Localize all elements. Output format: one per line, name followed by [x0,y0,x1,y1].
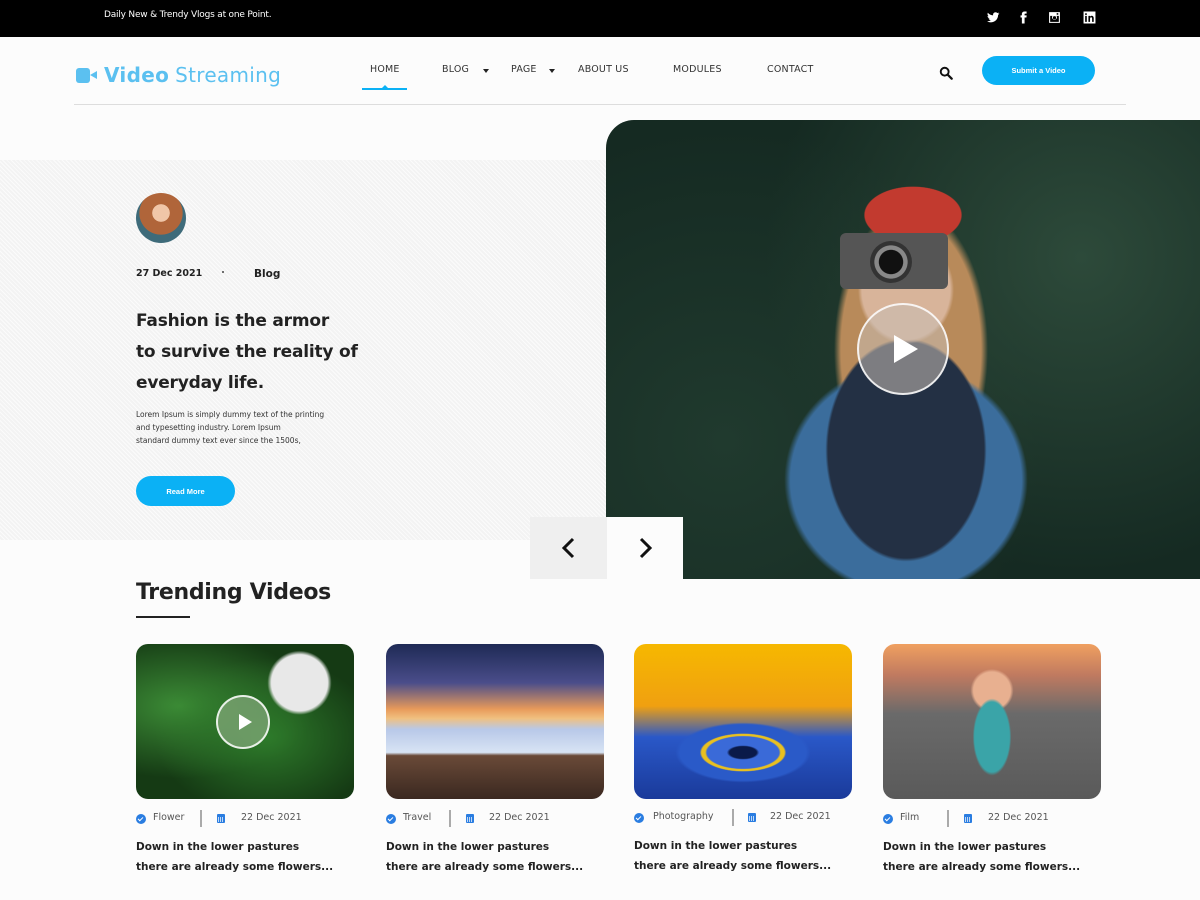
video-thumbnail[interactable] [136,644,354,799]
instagram-icon[interactable] [1047,10,1061,24]
chevron-right-icon [639,537,653,559]
video-thumbnail[interactable] [386,644,604,799]
camera-graphic [840,233,948,289]
header-divider [74,104,1126,105]
top-bar: Daily New & Trendy Vlogs at one Point. [0,0,1200,37]
nav-blog[interactable]: BLOG [442,64,469,75]
video-card: Flower 22 Dec 2021 Down in the lower pas… [136,644,354,877]
meta-divider [732,809,734,826]
card-category[interactable]: Travel [403,812,431,823]
calendar-icon [748,813,756,822]
video-card: Travel 22 Dec 2021 Down in the lower pas… [386,644,604,877]
nav-about-us[interactable]: ABOUT US [578,64,629,75]
nav-modules[interactable]: MODULES [673,64,722,75]
card-date: 22 Dec 2021 [988,812,1049,823]
read-more-button[interactable]: Read More [136,476,235,506]
slider-prev-button[interactable] [530,517,607,579]
chevron-left-icon [561,537,574,559]
play-button[interactable] [216,695,270,749]
video-card: Photography 22 Dec 2021 Down in the lowe… [634,644,852,876]
hero-date: 27 Dec 2021 [136,268,203,279]
facebook-icon[interactable] [1016,10,1030,24]
card-meta: Film 22 Dec 2021 [883,809,1101,829]
card-meta: Flower 22 Dec 2021 [136,809,354,829]
check-circle-icon [136,814,146,824]
video-card: Film 22 Dec 2021 Down in the lower pastu… [883,644,1101,877]
check-circle-icon [386,814,396,824]
play-icon [894,335,918,363]
card-date: 22 Dec 2021 [489,812,550,823]
check-circle-icon [883,814,893,824]
meta-divider [200,810,202,827]
hero-description: Lorem Ipsum is simply dummy text of the … [136,410,325,445]
card-date: 22 Dec 2021 [241,812,302,823]
card-date: 22 Dec 2021 [770,811,831,822]
card-category[interactable]: Flower [153,812,184,823]
card-category[interactable]: Photography [653,811,714,822]
calendar-icon [466,814,474,823]
chevron-down-icon[interactable] [483,69,489,73]
card-meta: Photography 22 Dec 2021 [634,808,852,828]
tagline: Daily New & Trendy Vlogs at one Point. [104,10,272,20]
card-title[interactable]: Down in the lower pastures there are alr… [386,837,604,877]
linkedin-icon[interactable] [1082,10,1096,24]
calendar-icon [217,814,225,823]
play-icon [238,714,252,730]
logo-light-text: Streaming [175,63,282,87]
twitter-icon[interactable] [986,10,1000,24]
header: Video Streaming HOME BLOG PAGE ABOUT US M… [0,37,1200,107]
nav-page[interactable]: PAGE [511,64,537,75]
section-title: Trending Videos [136,580,331,605]
meta-divider [449,810,451,827]
card-meta: Travel 22 Dec 2021 [386,809,604,829]
search-icon[interactable] [939,65,953,80]
nav-home[interactable]: HOME [370,64,400,75]
section-title-underline [136,616,190,618]
meta-divider [947,810,949,827]
meta-separator-dot [222,271,224,273]
card-title[interactable]: Down in the lower pastures there are alr… [883,837,1101,877]
card-title[interactable]: Down in the lower pastures there are alr… [136,837,354,877]
hero-category[interactable]: Blog [254,268,280,280]
hero-title: Fashion is the armor to survive the real… [136,311,358,393]
slider-next-button[interactable] [607,517,683,579]
card-title[interactable]: Down in the lower pastures there are alr… [634,836,852,876]
logo[interactable]: Video Streaming [76,63,281,87]
active-nav-indicator [362,85,407,90]
calendar-icon [964,814,972,823]
submit-video-button[interactable]: Submit a Video [982,56,1095,85]
nav-contact[interactable]: CONTACT [767,64,813,75]
play-button[interactable] [857,303,949,395]
author-avatar[interactable] [136,193,186,243]
video-camera-icon [76,67,98,83]
chevron-down-icon[interactable] [549,69,555,73]
video-thumbnail[interactable] [634,644,852,799]
check-circle-icon [634,813,644,823]
card-category[interactable]: Film [900,812,919,823]
logo-bold-text: Video [104,63,170,87]
video-thumbnail[interactable] [883,644,1101,799]
